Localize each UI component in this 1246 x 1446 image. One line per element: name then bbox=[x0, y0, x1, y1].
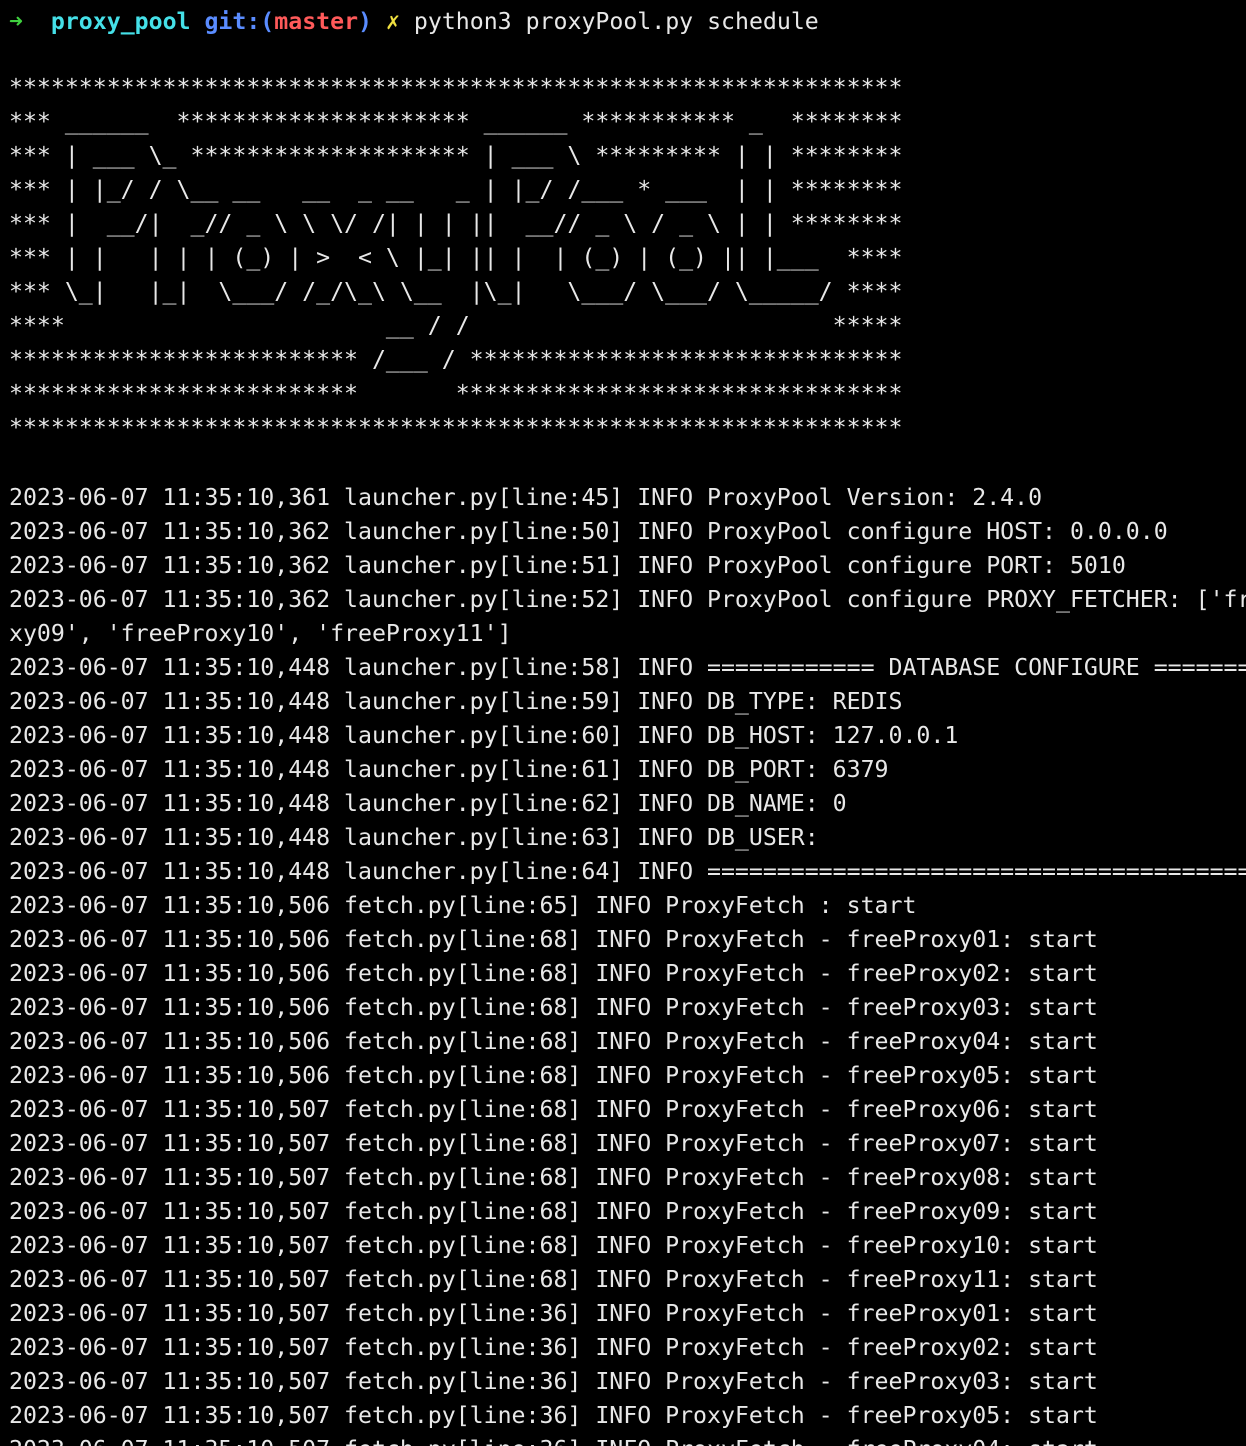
log-line: 2023-06-07 11:35:10,507 fetch.py[line:68… bbox=[9, 1266, 1098, 1293]
banner-line: ************************* **************… bbox=[9, 380, 903, 407]
prompt-line: ➜ proxy_pool git:(master) ✗ python3 prox… bbox=[9, 5, 819, 39]
log-line: 2023-06-07 11:35:10,448 launcher.py[line… bbox=[9, 722, 959, 749]
log-line: 2023-06-07 11:35:10,507 fetch.py[line:36… bbox=[9, 1334, 1098, 1361]
prompt-directory: proxy_pool bbox=[50, 8, 191, 35]
log-line: 2023-06-07 11:35:10,361 launcher.py[line… bbox=[9, 484, 1043, 511]
banner-line: *** | | | | | (_) | > < \ |_| || | | (_)… bbox=[9, 244, 903, 271]
banner-line: **** __ / / ***** bbox=[9, 312, 903, 339]
log-line: 2023-06-07 11:35:10,506 fetch.py[line:68… bbox=[9, 994, 1098, 1021]
log-line: 2023-06-07 11:35:10,362 launcher.py[line… bbox=[9, 518, 1168, 545]
log-line: 2023-06-07 11:35:10,362 launcher.py[line… bbox=[9, 552, 1126, 579]
log-line: 2023-06-07 11:35:10,507 fetch.py[line:36… bbox=[9, 1368, 1098, 1395]
prompt-arrow-icon: ➜ bbox=[9, 8, 23, 35]
prompt-git-suffix: ) bbox=[358, 8, 373, 35]
log-line: 2023-06-07 11:35:10,362 launcher.py[line… bbox=[9, 586, 1246, 613]
log-line: 2023-06-07 11:35:10,506 fetch.py[line:68… bbox=[9, 926, 1098, 953]
log-line: 2023-06-07 11:35:10,506 fetch.py[line:68… bbox=[9, 1028, 1098, 1055]
banner-line: *** | ___ \_ ******************** | ___ … bbox=[9, 142, 903, 169]
prompt-dirty-icon: ✗ bbox=[385, 8, 400, 35]
log-line: 2023-06-07 11:35:10,507 fetch.py[line:68… bbox=[9, 1164, 1098, 1191]
banner-line: *** | |_/ / \__ __ __ _ __ _ | |_/ /___ … bbox=[9, 176, 903, 203]
log-line: 2023-06-07 11:35:10,506 fetch.py[line:68… bbox=[9, 1062, 1098, 1089]
log-line: 2023-06-07 11:35:10,507 fetch.py[line:68… bbox=[9, 1130, 1098, 1157]
prompt-git-prefix: git:( bbox=[204, 8, 275, 35]
log-line: 2023-06-07 11:35:10,448 launcher.py[line… bbox=[9, 824, 819, 851]
banner-line: ************************* /___ / *******… bbox=[9, 346, 903, 373]
log-line: 2023-06-07 11:35:10,448 launcher.py[line… bbox=[9, 756, 889, 783]
log-line: 2023-06-07 11:35:10,507 fetch.py[line:68… bbox=[9, 1198, 1098, 1225]
log-line: 2023-06-07 11:35:10,506 fetch.py[line:65… bbox=[9, 892, 917, 919]
log-line: xy09', 'freeProxy10', 'freeProxy11'] bbox=[9, 620, 512, 647]
log-line: 2023-06-07 11:35:10,448 launcher.py[line… bbox=[9, 790, 847, 817]
banner-line: ****************************************… bbox=[9, 74, 903, 101]
log-line: 2023-06-07 11:35:10,507 fetch.py[line:36… bbox=[9, 1433, 1098, 1446]
log-line: 2023-06-07 11:35:10,507 fetch.py[line:36… bbox=[9, 1300, 1098, 1327]
banner-line: ****************************************… bbox=[9, 414, 903, 441]
log-line: 2023-06-07 11:35:10,507 fetch.py[line:36… bbox=[9, 1402, 1098, 1429]
log-line: 2023-06-07 11:35:10,507 fetch.py[line:68… bbox=[9, 1096, 1098, 1123]
banner-line: *** \_| |_| \___/ /_/\_\ \__ |\_| \___/ … bbox=[9, 278, 903, 305]
log-line: 2023-06-07 11:35:10,448 launcher.py[line… bbox=[9, 858, 1246, 885]
log-line: 2023-06-07 11:35:10,506 fetch.py[line:68… bbox=[9, 960, 1098, 987]
banner-line: *** ______ ********************* ______ … bbox=[9, 108, 903, 135]
log-line: 2023-06-07 11:35:10,448 launcher.py[line… bbox=[9, 688, 903, 715]
banner-line: *** | __/| _// _ \ \ \/ /| | | || __// _… bbox=[9, 210, 903, 237]
log-line: 2023-06-07 11:35:10,507 fetch.py[line:68… bbox=[9, 1232, 1098, 1259]
prompt-command: python3 proxyPool.py schedule bbox=[413, 8, 819, 35]
terminal-window[interactable]: ➜ proxy_pool git:(master) ✗ python3 prox… bbox=[0, 0, 1246, 1446]
prompt-branch: master bbox=[274, 8, 359, 35]
log-line: 2023-06-07 11:35:10,448 launcher.py[line… bbox=[9, 654, 1246, 681]
